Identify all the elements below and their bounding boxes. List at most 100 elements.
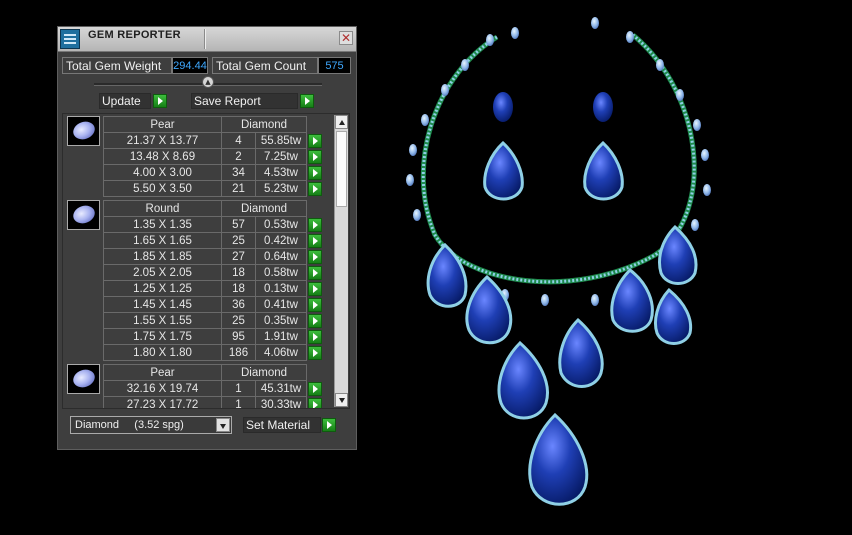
select-gem-arrow-icon[interactable] [308, 217, 322, 232]
scroll-down-icon[interactable] [335, 393, 348, 407]
pear-gem-icon [67, 364, 100, 394]
select-gem-arrow-icon[interactable] [308, 297, 322, 312]
gem-count-cell: 95 [221, 328, 256, 345]
gem-material-label: Diamond [221, 116, 307, 133]
gem-weight-cell: 0.53tw [255, 216, 307, 233]
select-gem-arrow-icon[interactable] [308, 345, 322, 360]
gem-table: Pear Diamond 32.16 X 19.74 1 45.31tw 27.23 X … [103, 364, 324, 408]
update-arrow-icon[interactable] [153, 94, 167, 108]
gem-size-cell: 1.55 X 1.55 [103, 312, 222, 329]
gem-size-cell: 1.35 X 1.35 [103, 216, 222, 233]
gem-select-cell [307, 397, 324, 408]
select-gem-arrow-icon[interactable] [308, 249, 322, 264]
gem-row[interactable]: 1.85 X 1.85 27 0.64tw [103, 248, 324, 265]
earring-right [583, 92, 624, 201]
material-select-value: Diamond (3.52 spg) [75, 419, 184, 431]
select-gem-arrow-icon[interactable] [308, 381, 322, 396]
pear-gem-icon [67, 116, 100, 146]
gem-row[interactable]: 2.05 X 2.05 18 0.58tw [103, 264, 324, 281]
select-gem-arrow-icon[interactable] [308, 181, 322, 196]
select-gem-arrow-icon[interactable] [308, 329, 322, 344]
round-gem-icon [67, 200, 100, 230]
material-select[interactable]: Diamond (3.52 spg) [70, 416, 232, 434]
gem-size-cell: 1.80 X 1.80 [103, 344, 222, 361]
gem-row[interactable]: 1.65 X 1.65 25 0.42tw [103, 232, 324, 249]
gem-size-cell: 1.45 X 1.45 [103, 296, 222, 313]
gem-row[interactable]: 1.55 X 1.55 25 0.35tw [103, 312, 324, 329]
title-divider [204, 29, 206, 49]
set-material-button[interactable]: Set Material [243, 417, 321, 433]
gem-table: Pear Diamond 21.37 X 13.77 4 55.85tw 13.48 X … [103, 116, 324, 197]
gem-row[interactable]: 5.50 X 3.50 21 5.23tw [103, 180, 324, 197]
total-gem-count-label: Total Gem Count [212, 57, 318, 74]
gem-count-cell: 18 [221, 280, 256, 297]
gem-header-row: Pear Diamond [103, 364, 324, 381]
gem-count-cell: 57 [221, 216, 256, 233]
jewelry-render [406, 17, 711, 506]
gem-row[interactable]: 4.00 X 3.00 34 4.53tw [103, 164, 324, 181]
gem-count-cell: 18 [221, 264, 256, 281]
gem-row[interactable]: 21.37 X 13.77 4 55.85tw [103, 132, 324, 149]
gem-material-label: Diamond [221, 200, 307, 217]
gem-size-cell: 1.65 X 1.65 [103, 232, 222, 249]
scroll-up-icon[interactable] [335, 115, 348, 129]
save-report-button[interactable]: Save Report [191, 93, 298, 109]
gem-count-cell: 1 [221, 396, 256, 408]
select-gem-arrow-icon[interactable] [308, 149, 322, 164]
select-gem-arrow-icon[interactable] [308, 281, 322, 296]
scroll-thumb[interactable] [336, 131, 347, 207]
gem-row[interactable]: 1.25 X 1.25 18 0.13tw [103, 280, 324, 297]
gem-row[interactable]: 13.48 X 8.69 2 7.25tw [103, 148, 324, 165]
update-button[interactable]: Update [99, 93, 151, 109]
gem-row[interactable]: 1.80 X 1.80 186 4.06tw [103, 344, 324, 361]
gem-weight-cell: 0.64tw [255, 248, 307, 265]
gem-select-cell [307, 313, 324, 329]
window-title: GEM REPORTER [88, 29, 181, 41]
gem-row[interactable]: 1.35 X 1.35 57 0.53tw [103, 216, 324, 233]
save-report-arrow-icon[interactable] [300, 94, 314, 108]
gem-shape-label: Pear [103, 116, 222, 133]
gem-weight-cell: 4.06tw [255, 344, 307, 361]
gem-list[interactable]: Pear Diamond 21.37 X 13.77 4 55.85tw 13.48 X … [62, 113, 350, 409]
gem-shape-label: Pear [103, 364, 222, 381]
gem-weight-cell: 45.31tw [255, 380, 307, 397]
chevron-down-icon[interactable] [216, 418, 230, 432]
gem-weight-cell: 7.25tw [255, 148, 307, 165]
gem-size-cell: 13.48 X 8.69 [103, 148, 222, 165]
gem-shape-label: Round [103, 200, 222, 217]
gem-select-cell [307, 165, 324, 181]
gem-count-cell: 2 [221, 148, 256, 165]
gem-select-cell [307, 381, 324, 397]
select-gem-arrow-icon[interactable] [308, 165, 322, 180]
gem-count-cell: 34 [221, 164, 256, 181]
gem-row[interactable]: 1.75 X 1.75 95 1.91tw [103, 328, 324, 345]
gem-size-cell: 32.16 X 19.74 [103, 380, 222, 397]
gem-weight-cell: 0.42tw [255, 232, 307, 249]
splitter-handle[interactable]: ▲ [202, 76, 214, 88]
close-icon[interactable]: ✕ [339, 31, 353, 45]
gem-count-cell: 25 [221, 312, 256, 329]
gem-size-cell: 1.75 X 1.75 [103, 328, 222, 345]
gem-select-cell [307, 345, 324, 361]
select-gem-arrow-icon[interactable] [308, 133, 322, 148]
select-gem-arrow-icon[interactable] [308, 265, 322, 280]
total-gem-weight-value: 294.44 [172, 57, 208, 74]
gem-select-cell [307, 281, 324, 297]
title-bar[interactable]: GEM REPORTER ✕ [58, 27, 356, 52]
gem-count-cell: 36 [221, 296, 256, 313]
set-material-arrow-icon[interactable] [322, 418, 336, 432]
gem-reporter-panel: GEM REPORTER ✕ Total Gem Weight 294.44 T… [57, 26, 357, 450]
gem-material-label: Diamond [221, 364, 307, 381]
gem-weight-cell: 30.33tw [255, 396, 307, 408]
select-gem-arrow-icon[interactable] [308, 233, 322, 248]
gem-size-cell: 27.23 X 17.72 [103, 396, 222, 408]
gem-list-scrollbar[interactable] [334, 115, 348, 407]
gem-row[interactable]: 1.45 X 1.45 36 0.41tw [103, 296, 324, 313]
select-gem-arrow-icon[interactable] [308, 313, 322, 328]
gem-size-cell: 5.50 X 3.50 [103, 180, 222, 197]
gem-count-cell: 186 [221, 344, 256, 361]
necklace-pave [421, 33, 696, 284]
select-gem-arrow-icon[interactable] [308, 397, 322, 408]
gem-row[interactable]: 27.23 X 17.72 1 30.33tw [103, 396, 324, 408]
gem-row[interactable]: 32.16 X 19.74 1 45.31tw [103, 380, 324, 397]
